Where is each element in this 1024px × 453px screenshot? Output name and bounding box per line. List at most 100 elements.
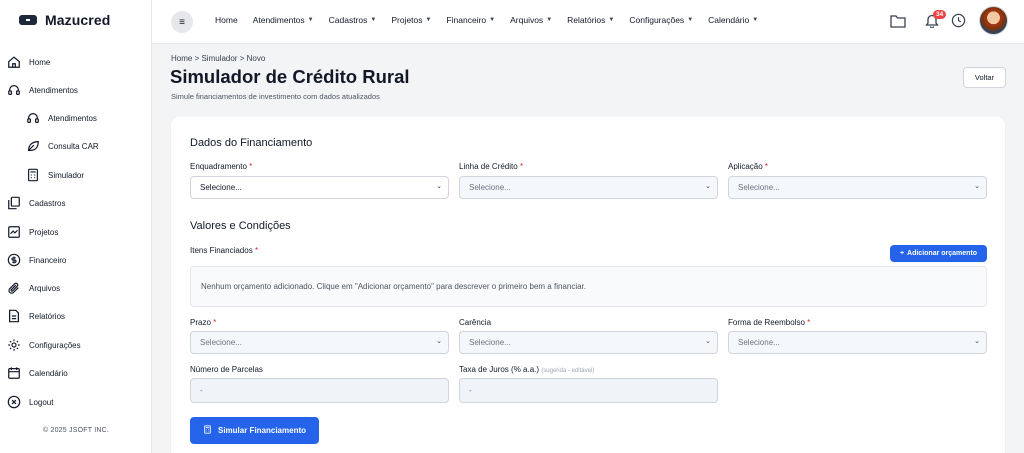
itens-label: Itens Financiados *: [190, 246, 258, 255]
enquadramento-select[interactable]: Selecione... ⌄: [190, 176, 449, 199]
sidebar-item-label: Financeiro: [29, 255, 67, 265]
sidebar-item-projetos[interactable]: Projetos: [7, 222, 58, 242]
chevron-down-icon: ▼: [546, 17, 553, 23]
chart-icon: [7, 225, 21, 239]
sidebar-item-calendario[interactable]: Calendário: [7, 363, 68, 383]
dollar-icon: [7, 253, 21, 267]
sidebar-item-label: Simulador: [48, 170, 85, 180]
nav-label: Home: [215, 15, 238, 25]
select-value: Selecione...: [738, 338, 780, 347]
brand-name: Mazucred: [45, 12, 111, 28]
sidebar-item-label: Logout: [29, 397, 54, 407]
sidebar-item-label: Calendário: [29, 368, 68, 378]
brand[interactable]: Mazucred: [19, 10, 110, 30]
hamburger-icon: ≡: [179, 16, 185, 28]
sidebar-item-financeiro[interactable]: Financeiro: [7, 250, 66, 270]
copyright: © 2025 JSOFT INC.: [42, 427, 109, 434]
select-value: Selecione...: [469, 183, 511, 192]
copy-icon: [7, 196, 21, 210]
label-text: Carência: [459, 318, 492, 327]
forma-reembolso-select[interactable]: Selecione... ⌄: [728, 331, 987, 354]
taxa-juros-field[interactable]: -: [459, 378, 718, 403]
sidebar-item-relatorios[interactable]: Relatórios: [7, 306, 65, 326]
linha-credito-select[interactable]: Selecione... ⌄: [459, 176, 718, 199]
taxa-juros-label: Taxa de Juros (% a.a.) (sugerida - editá…: [459, 365, 594, 374]
nav-label: Arquivos: [510, 15, 544, 25]
required-mark: *: [254, 246, 259, 255]
menu-toggle-button[interactable]: ≡: [171, 11, 193, 33]
nav-label: Relatórios: [567, 15, 606, 25]
nav-calendario[interactable]: Calendário ▼: [708, 15, 758, 25]
label-text: Forma de Reembolso: [728, 318, 805, 327]
chevron-down-icon: ⌄: [705, 338, 711, 345]
sidebar-item-arquivos[interactable]: Arquivos: [7, 278, 60, 298]
sidebar: Mazucred Home Atendimentos Atendimentos …: [0, 0, 152, 453]
nav-configuracoes[interactable]: Configurações ▼: [629, 15, 693, 25]
carencia-select[interactable]: Selecione... ⌄: [459, 331, 718, 354]
back-button[interactable]: Voltar: [963, 67, 1006, 88]
page-subtitle: Simule financiamentos de investimento co…: [171, 92, 380, 101]
nav-label: Cadastros: [328, 15, 368, 25]
add-orcamento-button[interactable]: + Adicionar orçamento: [890, 245, 987, 262]
chevron-down-icon: ▼: [425, 17, 432, 23]
sidebar-subitem-consulta-car[interactable]: Consulta CAR: [26, 136, 99, 156]
chevron-down-icon: ⌄: [436, 183, 442, 190]
required-mark: *: [764, 162, 769, 171]
carencia-label: Carência: [459, 318, 491, 327]
sidebar-item-label: Atendimentos: [48, 113, 97, 123]
sidebar-item-atendimentos[interactable]: Atendimentos: [7, 80, 78, 100]
calculator-icon: [203, 424, 212, 437]
required-mark: *: [249, 162, 253, 171]
sidebar-item-logout[interactable]: Logout: [7, 392, 53, 412]
select-value: Selecione...: [469, 338, 511, 347]
topbar: ≡ Home Atendimentos ▼ Cadastros ▼ Projetos…: [152, 0, 1024, 44]
nav-home[interactable]: Home: [215, 15, 238, 25]
sidebar-subitem-simulador[interactable]: Simulador: [26, 165, 84, 185]
sidebar-item-label: Projetos: [29, 227, 59, 237]
nav-relatorios[interactable]: Relatórios ▼: [567, 15, 614, 25]
label-text: Aplicação: [728, 162, 763, 171]
folder-icon[interactable]: [889, 12, 907, 30]
nav-label: Atendimentos: [252, 15, 305, 25]
parcelas-label: Número de Parcelas: [190, 365, 263, 374]
select-value: Selecione...: [200, 338, 242, 347]
nav-arquivos[interactable]: Arquivos ▼: [510, 15, 552, 25]
simular-button[interactable]: Simular Financiamento: [190, 417, 319, 444]
bell-icon[interactable]: 34: [923, 9, 947, 30]
nav-financeiro[interactable]: Financeiro ▼: [446, 15, 495, 25]
prazo-select[interactable]: Selecione... ⌄: [190, 331, 449, 354]
nav-label: Financeiro: [446, 15, 487, 25]
nav-atendimentos[interactable]: Atendimentos ▼: [253, 15, 314, 25]
required-mark: *: [519, 162, 524, 171]
aplicacao-select[interactable]: Selecione... ⌄: [728, 176, 987, 199]
sidebar-item-cadastros[interactable]: Cadastros: [7, 193, 65, 213]
brand-logo-icon: [19, 15, 37, 25]
section-title-financiamento: Dados do Financiamento: [190, 137, 313, 149]
avatar[interactable]: [979, 6, 1008, 35]
required-mark: *: [213, 318, 217, 327]
sidebar-item-label: Configurações: [29, 340, 81, 350]
sidebar-item-configuracoes[interactable]: Configurações: [7, 335, 81, 355]
sidebar-item-label: Cadastros: [29, 198, 66, 208]
calendar-icon: [7, 366, 21, 380]
file-icon: [7, 309, 21, 323]
nav-cadastros[interactable]: Cadastros ▼: [329, 15, 377, 25]
label-text: Itens Financiados: [190, 246, 253, 255]
sidebar-item-home[interactable]: Home: [7, 52, 50, 72]
chevron-down-icon: ▼: [370, 17, 377, 23]
sidebar-subitem-atendimentos[interactable]: Atendimentos: [26, 108, 97, 128]
sidebar-item-label: Home: [29, 57, 51, 67]
label-text: Prazo: [190, 318, 211, 327]
chevron-down-icon: ⌄: [436, 338, 442, 345]
enquadramento-label: Enquadramento *: [190, 162, 252, 171]
calculator-icon: [26, 168, 40, 182]
parcelas-field[interactable]: -: [190, 378, 449, 403]
headset-icon: [26, 111, 40, 125]
forma-reembolso-label: Forma de Reembolso *: [728, 318, 810, 327]
button-label: Simular Financiamento: [217, 426, 307, 435]
chevron-down-icon: ⌄: [705, 183, 711, 190]
page-title: Simulador de Crédito Rural: [170, 66, 410, 87]
nav-projetos[interactable]: Projetos ▼: [391, 15, 431, 25]
clock-icon[interactable]: [949, 12, 967, 30]
chevron-down-icon: ▼: [687, 17, 694, 23]
